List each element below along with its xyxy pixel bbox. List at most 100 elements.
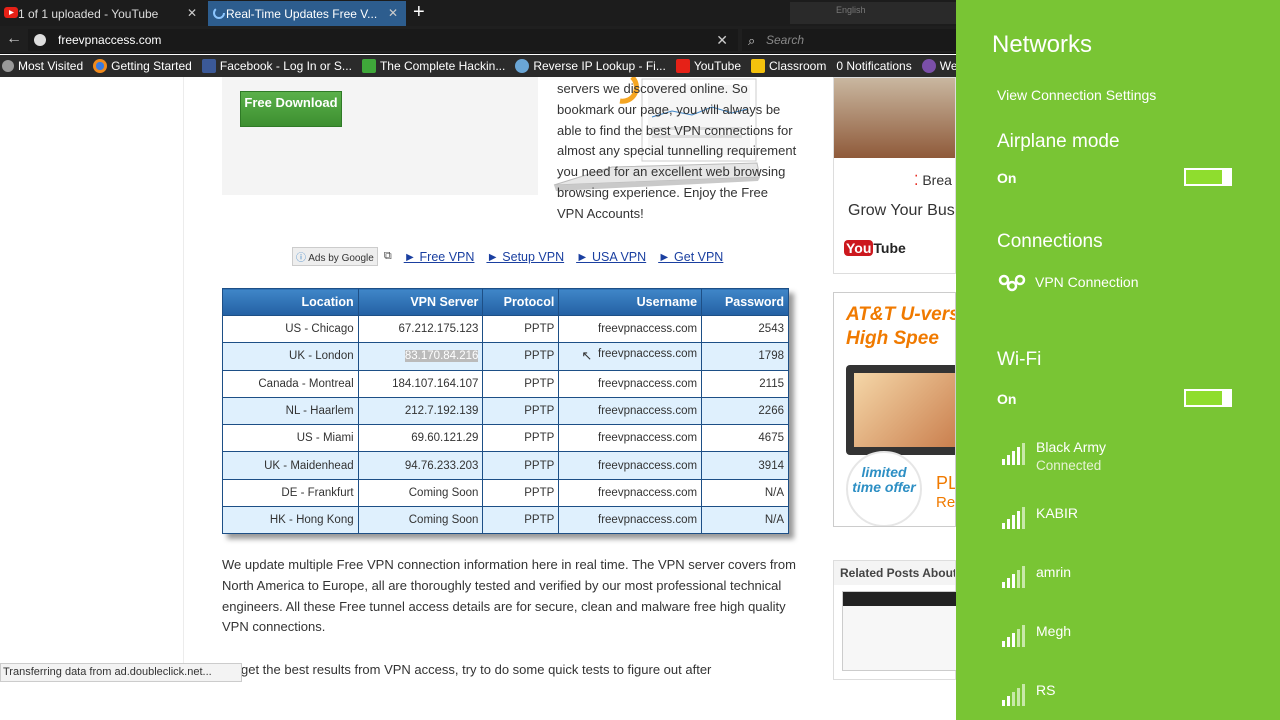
cell-server: Coming Soon xyxy=(357,478,484,508)
close-tab-icon[interactable]: ✕ xyxy=(388,6,398,20)
wifi-toggle[interactable] xyxy=(1184,389,1232,407)
bookmark-reverse-ip[interactable]: Reverse IP Lookup - Fi... xyxy=(513,59,666,73)
airplane-mode-heading: Airplane mode xyxy=(997,131,1120,152)
cell-location: UK - Maidenhead xyxy=(222,451,359,480)
ad-choice-icon[interactable]: ⧉ xyxy=(384,250,392,263)
cell-password: 2266 xyxy=(701,396,789,426)
cell-protocol: PPTP xyxy=(482,451,560,480)
intro-text: servers we discovered online. So bookmar… xyxy=(557,81,797,221)
ads-by-google-label[interactable]: ⓘ Ads by Google xyxy=(292,247,378,266)
bookmark-hacking[interactable]: The Complete Hackin... xyxy=(360,59,505,73)
nav-bar: ← freevpnaccess.com ✕ ⌕ Search xyxy=(0,26,956,54)
cell-server: Coming Soon xyxy=(357,506,484,535)
networks-title: Networks xyxy=(992,31,1093,58)
ad-grow-text: Grow Your Bus xyxy=(848,202,955,219)
cell-username: ↖ freevpnaccess.com xyxy=(558,342,703,371)
att-headline: AT&T U-vers High Spee xyxy=(846,303,955,351)
ad-link-usa-vpn[interactable]: ► USA VPN xyxy=(576,250,646,264)
vpn-icon xyxy=(998,274,1026,292)
airplane-mode-toggle[interactable] xyxy=(1184,168,1232,186)
bookmark-website-pen[interactable]: Website Pen xyxy=(920,59,956,73)
cell-username-text: freevpnaccess.com xyxy=(598,348,698,361)
globe-icon xyxy=(515,59,530,73)
tab-youtube[interactable]: 1 of 1 uploaded - YouTube ✕ xyxy=(0,1,205,26)
search-bar[interactable]: ⌕ Search xyxy=(742,29,956,51)
bookmark-getting-started[interactable]: Getting Started xyxy=(91,59,192,73)
browser-window: 1 of 1 uploaded - YouTube ✕ Real-Time Up… xyxy=(0,0,956,682)
wifi-network-name: KABIR xyxy=(1036,505,1079,521)
vpn-connection-item[interactable]: VPN Connection xyxy=(997,272,1139,292)
bookmark-label: Website Pen xyxy=(939,59,956,73)
wifi-network-item[interactable]: amrin xyxy=(1002,564,1202,588)
firefox-icon xyxy=(93,59,108,73)
gear-icon xyxy=(2,60,14,72)
youtube-icon xyxy=(4,7,18,18)
new-tab-button[interactable]: + xyxy=(413,2,425,22)
cell-server: 212.7.192.139 xyxy=(357,396,484,426)
wifi-network-item[interactable]: Black Army Connected xyxy=(1002,439,1202,477)
bookmark-classroom[interactable]: Classroom xyxy=(749,59,826,73)
info-icon: ⓘ xyxy=(296,253,309,264)
cell-protocol: PPTP xyxy=(482,342,560,371)
language-label: English xyxy=(836,5,866,15)
col-vpn-server: VPN Server xyxy=(357,288,484,316)
bookmark-most-visited[interactable]: Most Visited xyxy=(0,59,83,73)
back-arrow-icon[interactable]: ← xyxy=(6,30,22,48)
ad-link-setup-vpn[interactable]: ► Setup VPN xyxy=(486,250,564,264)
cell-server: 67.212.175.123 xyxy=(357,314,484,344)
free-download-button[interactable]: Free Download xyxy=(240,91,342,127)
stop-loading-icon[interactable]: ✕ xyxy=(716,29,728,51)
bookmark-youtube[interactable]: YouTube xyxy=(674,59,741,73)
wifi-network-item[interactable]: Megh xyxy=(1002,623,1202,647)
bookmark-facebook[interactable]: Facebook - Log In or S... xyxy=(200,59,352,73)
cell-location: US - Chicago xyxy=(222,314,359,344)
table-row: DE - Frankfurt Coming Soon PPTP freevpnacce… xyxy=(222,478,789,508)
wifi-network-item[interactable]: KABIR xyxy=(1002,505,1202,529)
tab-label: Real-Time Updates Free V... xyxy=(226,6,378,21)
tab-freevpnaccess[interactable]: Real-Time Updates Free V... ✕ xyxy=(208,1,406,26)
bookmark-notifications[interactable]: 0 Notifications xyxy=(834,59,911,73)
view-connection-settings-link[interactable]: View Connection Settings xyxy=(997,87,1156,103)
col-location: Location xyxy=(222,288,359,316)
close-tab-icon[interactable]: ✕ xyxy=(187,6,197,20)
wifi-network-status: Connected xyxy=(1036,458,1102,473)
cell-location: US - Miami xyxy=(222,424,359,453)
bookmark-label: Reverse IP Lookup - Fi... xyxy=(533,59,666,73)
wifi-signal-icon xyxy=(1002,443,1025,465)
vpn-table: Location VPN Server Protocol Username Pa… xyxy=(222,288,789,535)
related-thumbnail[interactable] xyxy=(842,591,956,671)
url-bar[interactable]: freevpnaccess.com ✕ xyxy=(28,29,738,51)
selected-text[interactable]: 83.170.84.216 xyxy=(404,350,479,363)
table-row: UK - London 83.170.84.216 PPTP ↖ freevpnacce… xyxy=(222,342,789,371)
ad-link-get-vpn[interactable]: ► Get VPN xyxy=(658,250,723,264)
table-row: US - Chicago 67.212.175.123 PPTP freevpnacc… xyxy=(222,314,789,344)
url-text: freevpnaccess.com xyxy=(58,33,162,47)
ad-link-free-vpn[interactable]: ► Free VPN xyxy=(404,250,475,264)
cell-password: 2543 xyxy=(701,314,789,344)
vpn-connection-label: VPN Connection xyxy=(1035,274,1139,290)
search-placeholder: Search xyxy=(766,33,805,47)
page-content: Free Download servers we discovered onli… xyxy=(0,77,956,682)
ad-break-text: ⁚ Brea xyxy=(914,172,952,188)
side-ad-youtube[interactable]: ⁚ Brea Grow Your Bus You Tube xyxy=(833,77,956,274)
classroom-icon xyxy=(751,59,765,73)
cell-protocol: PPTP xyxy=(482,424,560,453)
tips-paragraph: get the best results from VPN access, tr… xyxy=(241,662,712,677)
att-tail-text: PL Re xyxy=(936,473,955,513)
cell-username: freevpnaccess.com xyxy=(558,369,703,398)
wifi-signal-icon xyxy=(1002,684,1025,706)
col-username: Username xyxy=(558,288,703,316)
side-ad-att[interactable]: AT&T U-vers High Spee limited time offer … xyxy=(833,292,956,527)
cell-server: 83.170.84.216 xyxy=(357,342,484,371)
wifi-state: On xyxy=(997,391,1017,407)
bookmark-label: Facebook - Log In or S... xyxy=(219,59,352,73)
wifi-network-item[interactable]: RS xyxy=(1002,682,1202,706)
cell-server: 94.76.233.203 xyxy=(357,451,484,480)
bookmark-label: Most Visited xyxy=(18,59,84,73)
wifi-heading: Wi-Fi xyxy=(997,349,1042,370)
logo-part-you: You xyxy=(844,240,874,256)
cell-username: freevpnaccess.com xyxy=(558,396,703,426)
ads-label: Ads by Google xyxy=(308,253,374,264)
cell-protocol: PPTP xyxy=(482,314,560,344)
limited-offer-badge: limited time offer xyxy=(846,451,922,526)
